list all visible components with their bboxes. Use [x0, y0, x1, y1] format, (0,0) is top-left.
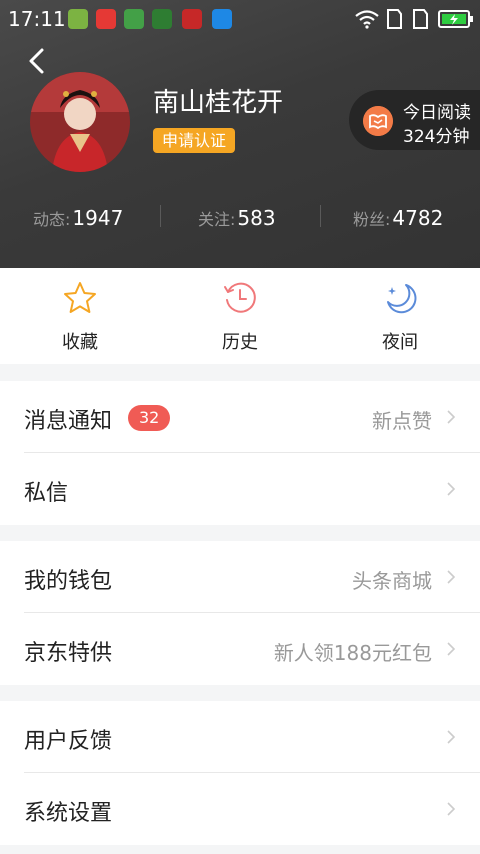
- notifications-row[interactable]: 消息通知 32 新点赞: [0, 381, 480, 453]
- stat-posts-value: 1947: [72, 206, 124, 230]
- chevron-right-icon: [447, 570, 456, 584]
- app-icon-1: [68, 9, 88, 29]
- stat-followers-label: 粉丝:: [353, 210, 391, 229]
- chevron-right-icon: [447, 482, 456, 496]
- menu-section-3: 用户反馈 系统设置: [0, 701, 480, 845]
- wallet-row[interactable]: 我的钱包 头条商城: [0, 541, 480, 613]
- stat-followers[interactable]: 粉丝: 4782: [353, 206, 443, 230]
- stat-posts[interactable]: 动态: 1947: [33, 206, 123, 230]
- profile-header: 17:11 南山桂花开 申请认证 今日阅读 324分钟 动态: 1947 关注:…: [0, 0, 480, 268]
- stat-followers-value: 4782: [392, 206, 444, 230]
- stat-following-label: 关注:: [198, 210, 236, 229]
- private-messages-row[interactable]: 私信: [0, 453, 480, 525]
- feedback-row[interactable]: 用户反馈: [0, 701, 480, 773]
- signal-icon-1: [387, 9, 402, 29]
- reading-minutes: 324分钟: [403, 127, 470, 147]
- jd-special-row[interactable]: 京东特供 新人领188元红包: [0, 613, 480, 685]
- app-icon-3: [124, 9, 144, 29]
- battery-icon: [438, 10, 473, 28]
- chevron-right-icon: [447, 730, 456, 744]
- wallet-label: 我的钱包: [24, 569, 113, 594]
- notification-count-badge: 32: [128, 405, 171, 431]
- menu-section-1: 消息通知 32 新点赞 私信: [0, 381, 480, 525]
- app-icon-2: [96, 9, 116, 29]
- stat-posts-label: 动态:: [33, 210, 71, 229]
- jd-special-label: 京东特供: [24, 641, 113, 666]
- favorites-button[interactable]: 收藏: [0, 268, 160, 364]
- settings-label: 系统设置: [24, 801, 113, 826]
- profile-name: 南山桂花开: [153, 88, 284, 118]
- favorites-label: 收藏: [62, 332, 98, 353]
- wifi-icon: [355, 10, 379, 29]
- today-reading-badge[interactable]: 今日阅读 324分钟: [349, 90, 480, 150]
- chevron-right-icon: [447, 802, 456, 816]
- avatar[interactable]: [30, 72, 130, 172]
- moon-icon: [387, 284, 417, 314]
- night-mode-label: 夜间: [382, 332, 418, 353]
- status-time: 17:11: [8, 7, 66, 31]
- signal-icon-2: [413, 9, 428, 29]
- history-label: 历史: [222, 332, 258, 353]
- quick-actions: 收藏 历史 夜间: [0, 268, 480, 364]
- stat-divider: [160, 205, 161, 227]
- back-button[interactable]: [22, 44, 56, 78]
- jd-special-hint: 新人领188元红包: [273, 641, 432, 665]
- apply-certification-button[interactable]: 申请认证: [153, 128, 236, 153]
- chevron-right-icon: [447, 410, 456, 424]
- feedback-label: 用户反馈: [24, 729, 113, 754]
- notifications-label: 消息通知: [24, 409, 113, 434]
- private-messages-label: 私信: [24, 481, 69, 506]
- app-icon-6: [212, 9, 232, 29]
- night-mode-button[interactable]: 夜间: [320, 268, 480, 364]
- menu-section-2: 我的钱包 头条商城 京东特供 新人领188元红包: [0, 541, 480, 685]
- stat-following[interactable]: 关注: 583: [198, 206, 276, 230]
- star-icon: [64, 282, 96, 313]
- reading-title: 今日阅读: [403, 103, 471, 123]
- history-clock-icon: [224, 282, 256, 313]
- app-icon-4: [152, 9, 172, 29]
- reading-book-icon: [363, 106, 393, 136]
- chevron-right-icon: [447, 642, 456, 656]
- wallet-hint: 头条商城: [352, 569, 432, 593]
- settings-row[interactable]: 系统设置: [0, 773, 480, 845]
- stat-following-value: 583: [237, 206, 276, 230]
- notifications-hint: 新点赞: [372, 409, 432, 433]
- status-bar: 17:11: [0, 0, 480, 38]
- stat-divider: [320, 205, 321, 227]
- app-icon-5: [182, 9, 202, 29]
- history-button[interactable]: 历史: [160, 268, 320, 364]
